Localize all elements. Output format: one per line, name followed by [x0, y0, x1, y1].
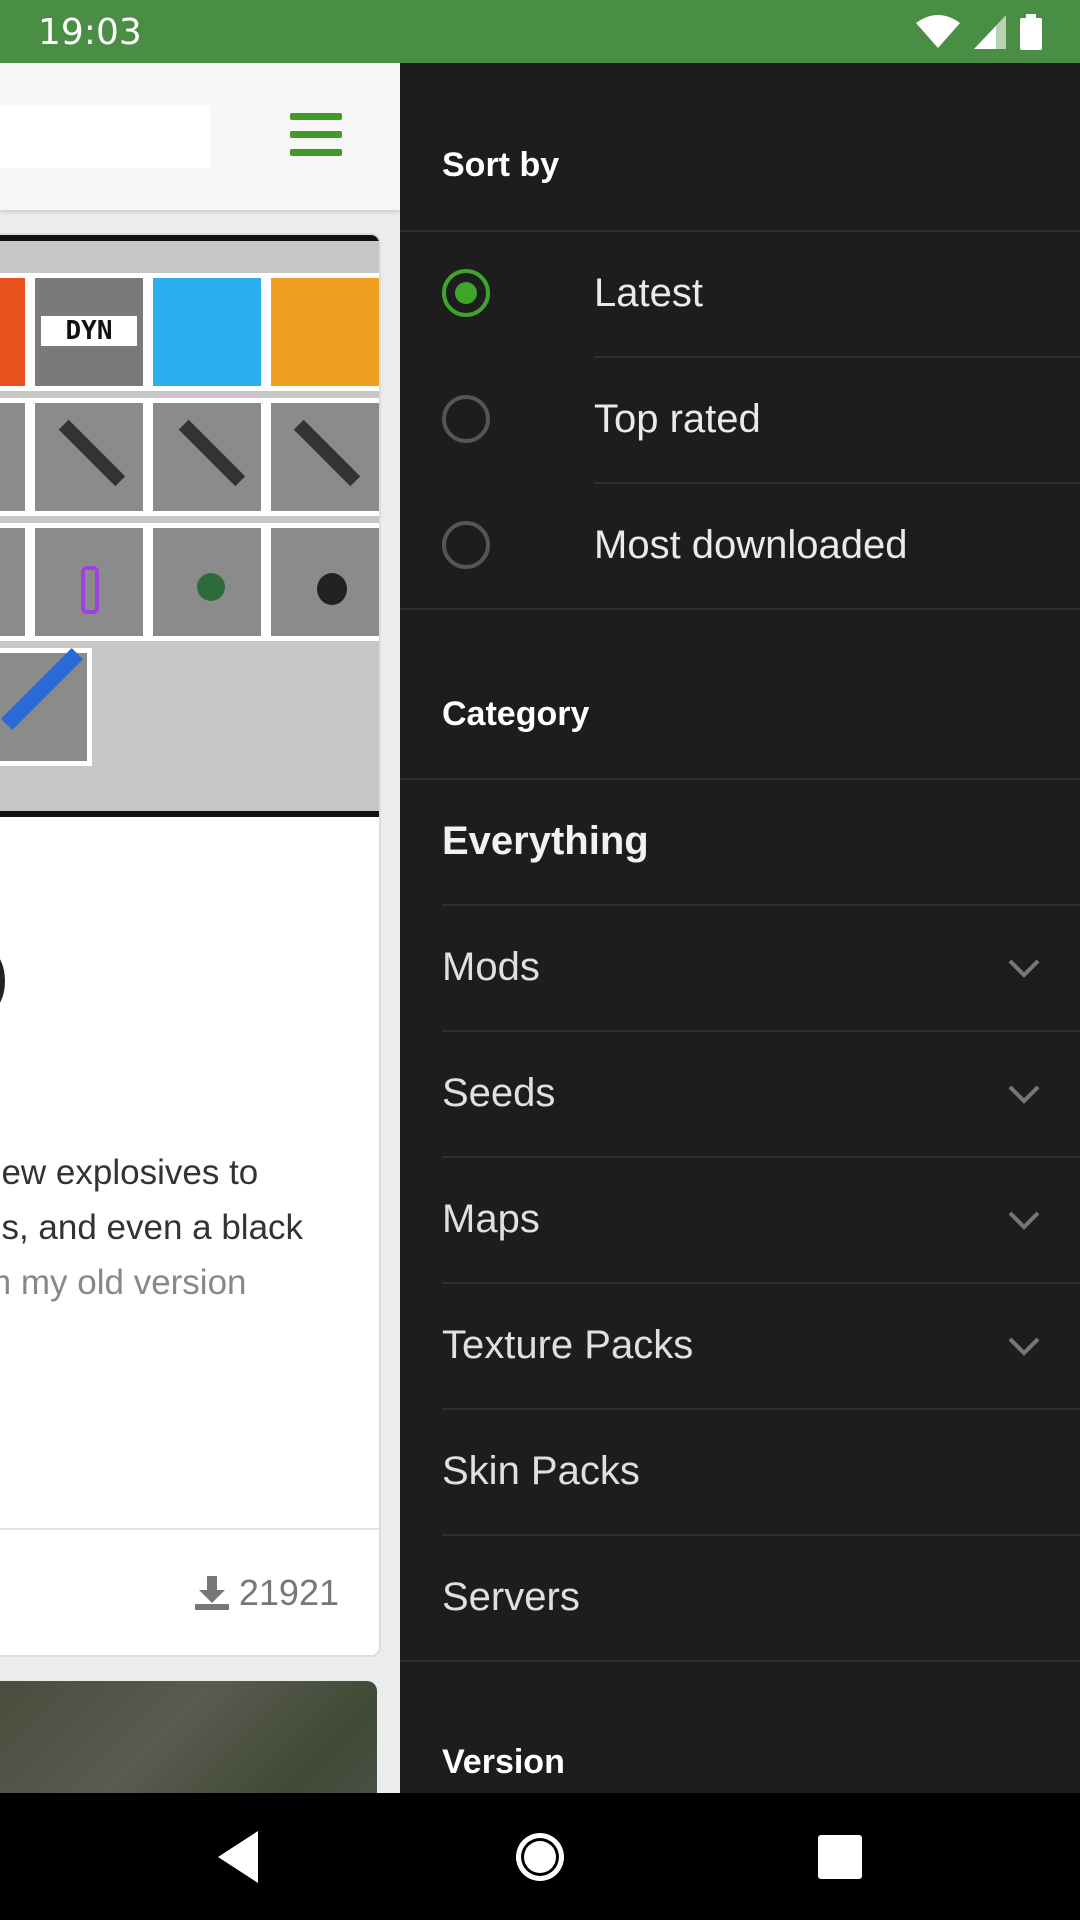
card-title: ): [0, 935, 9, 1015]
signal-icon: [974, 15, 1006, 49]
download-count: 21921: [193, 1572, 339, 1614]
category-label: Servers: [442, 1575, 580, 1619]
sort-option-label: Latest: [594, 271, 703, 315]
radio-unselected-icon[interactable]: [442, 395, 490, 443]
wifi-icon: [916, 15, 960, 48]
navigation-bar: [0, 1793, 1080, 1920]
sort-by-header: Sort by: [442, 146, 560, 184]
battery-icon: [1020, 14, 1042, 50]
chevron-down-icon[interactable]: [1006, 1327, 1042, 1363]
description-line: es, and even a black: [0, 1208, 304, 1247]
category-header: Category: [442, 695, 590, 733]
image-label: DYN: [41, 316, 137, 346]
download-count-value: 21921: [238, 1572, 339, 1613]
card-image: DYN: [0, 235, 379, 817]
radio-unselected-icon[interactable]: [442, 521, 490, 569]
content-card[interactable]: DYN ) new explosi: [0, 233, 381, 1657]
status-bar: 19:03: [0, 0, 1080, 63]
download-icon: [194, 1576, 229, 1610]
card-footer: 21921: [0, 1528, 379, 1655]
sort-option-latest[interactable]: Latest: [400, 231, 1080, 357]
category-label: Skin Packs: [442, 1449, 640, 1493]
category-item-seeds[interactable]: Seeds: [400, 1031, 1080, 1157]
radio-selected-icon[interactable]: [442, 269, 490, 317]
search-input[interactable]: [0, 106, 210, 168]
category-label: Everything: [442, 819, 649, 863]
home-icon[interactable]: [508, 1825, 572, 1889]
divider: [400, 608, 1080, 610]
hamburger-menu-icon[interactable]: [290, 113, 342, 157]
category-label: Seeds: [442, 1071, 556, 1115]
description-line: new explosives to: [0, 1153, 259, 1192]
recents-icon[interactable]: [808, 1825, 872, 1889]
version-header: Version: [442, 1743, 565, 1781]
sort-option-label: Most downloaded: [594, 523, 908, 567]
category-item-servers[interactable]: Servers: [400, 1535, 1080, 1661]
sort-option-most-downloaded[interactable]: Most downloaded: [400, 483, 1080, 609]
back-icon[interactable]: [206, 1825, 270, 1889]
chevron-down-icon[interactable]: [1006, 949, 1042, 985]
divider: [400, 1660, 1080, 1662]
category-label: Texture Packs: [442, 1323, 694, 1367]
filter-drawer: Sort by Latest Top rated Most downloaded…: [400, 63, 1080, 1793]
category-item-everything[interactable]: Everything: [400, 779, 1080, 905]
sort-option-label: Top rated: [594, 397, 761, 441]
category-item-skin-packs[interactable]: Skin Packs: [400, 1409, 1080, 1535]
category-item-texture-packs[interactable]: Texture Packs: [400, 1283, 1080, 1409]
status-icons: [916, 14, 1042, 50]
category-label: Maps: [442, 1197, 540, 1241]
category-item-mods[interactable]: Mods: [400, 905, 1080, 1031]
next-card-image[interactable]: [0, 1681, 377, 1793]
category-item-maps[interactable]: Maps: [400, 1157, 1080, 1283]
sort-option-top-rated[interactable]: Top rated: [400, 357, 1080, 483]
app-content: DYN ) new explosi: [0, 63, 400, 1793]
app-header: [0, 63, 400, 210]
status-time: 19:03: [38, 12, 142, 53]
description-line: m my old version: [0, 1263, 247, 1302]
chevron-down-icon[interactable]: [1006, 1201, 1042, 1237]
card-description: new explosives to es, and even a black m…: [0, 1145, 379, 1310]
chevron-down-icon[interactable]: [1006, 1075, 1042, 1111]
category-label: Mods: [442, 945, 540, 989]
